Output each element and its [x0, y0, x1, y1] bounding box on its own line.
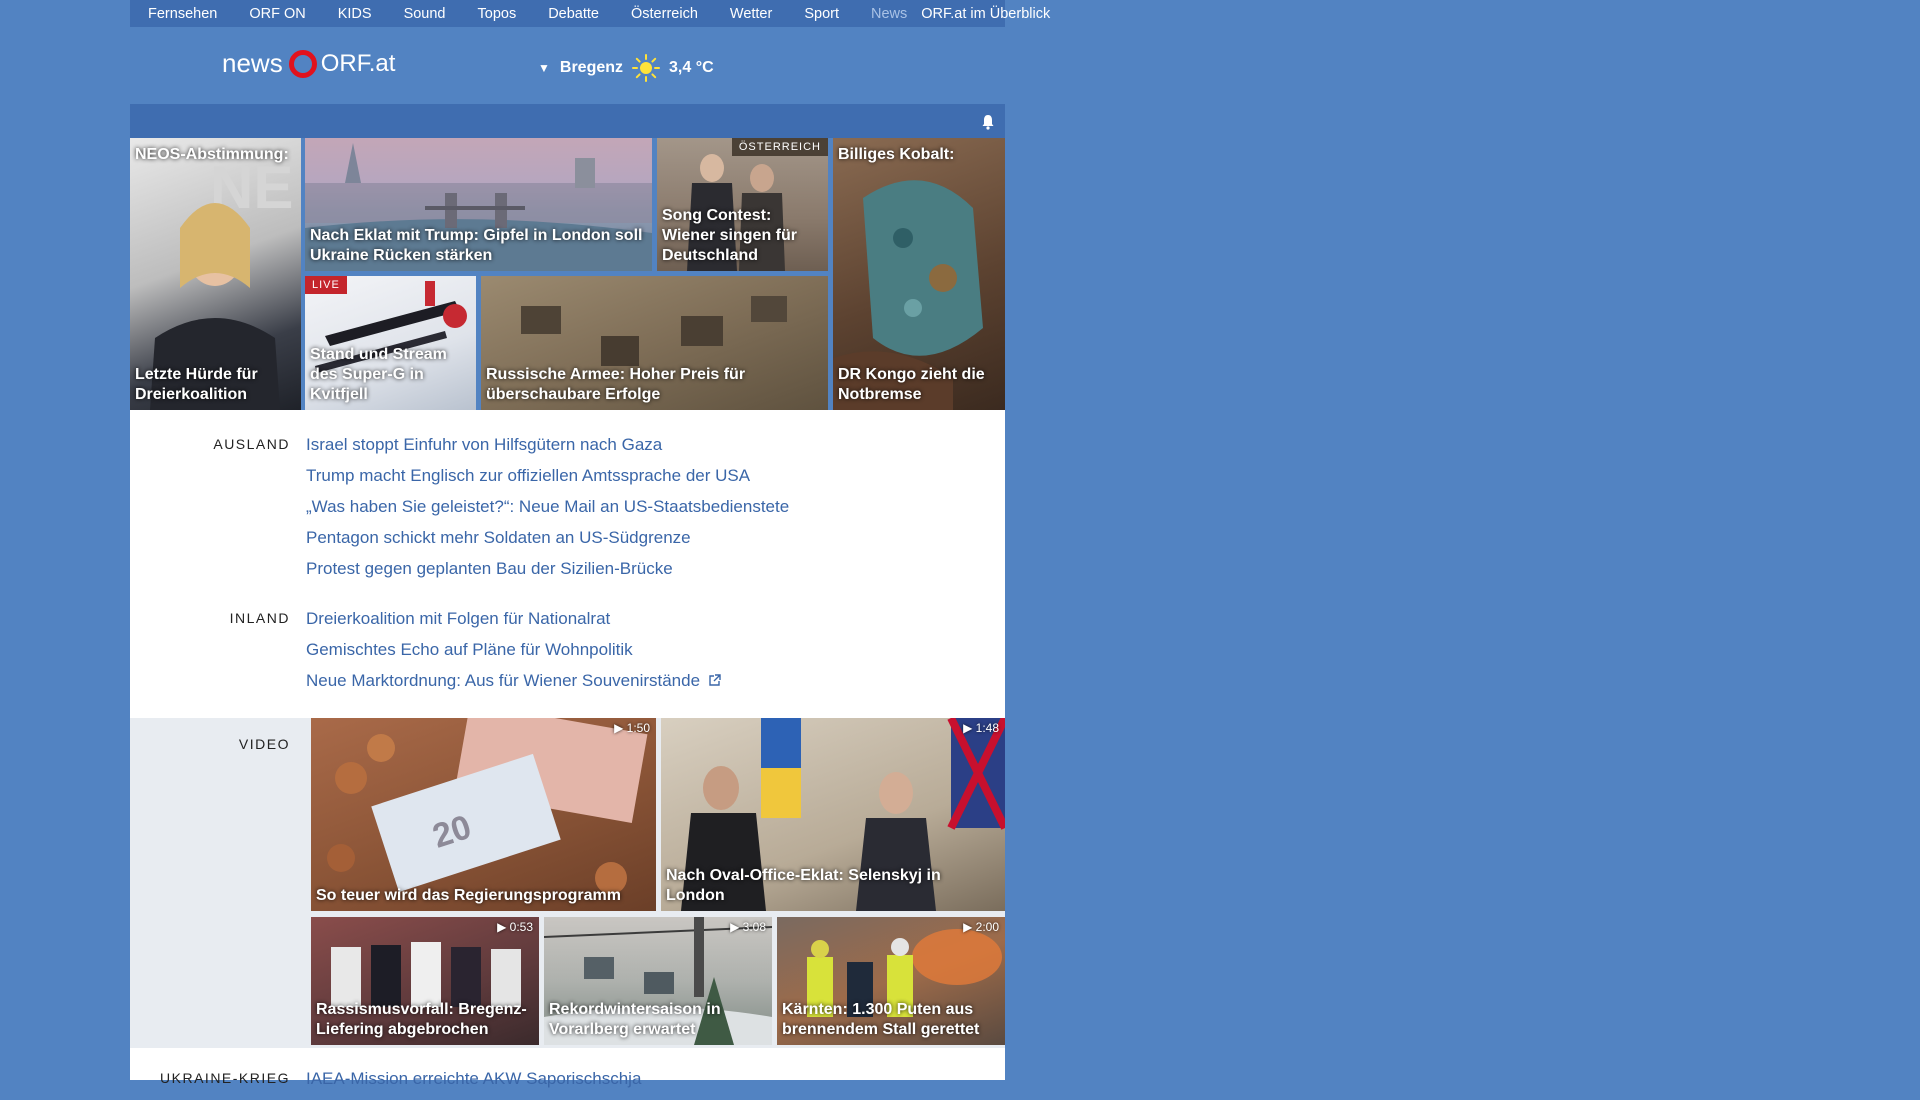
nav-overview-link[interactable]: ORF.at im Überblick — [921, 6, 1070, 22]
video-duration: ▶ 1:50 — [614, 721, 650, 735]
section-label-ausland: AUSLAND — [213, 436, 290, 452]
video-caption: Kärnten: 1.300 Puten aus brennendem Stal… — [782, 1001, 980, 1038]
headline-link[interactable]: Protest gegen geplanten Bau der Sizilien… — [306, 559, 789, 590]
video-tile[interactable]: ▶ 3:08 Rekordwintersaison in Vorarlberg … — [544, 917, 772, 1045]
video-tile[interactable]: ▶ 2:00 Kärnten: 1.300 Puten aus brennend… — [777, 917, 1005, 1045]
tile-caption: Nach Eklat mit Trump: Gipfel in London s… — [310, 227, 643, 264]
section-label-ukraine: UKRAINE-KRIEG — [160, 1070, 290, 1086]
hero-tile-london[interactable]: Nach Eklat mit Trump: Gipfel in London s… — [305, 138, 652, 271]
hero-tile-kobalt[interactable]: Billiges Kobalt: DR Kongo zieht die Notb… — [833, 138, 1005, 410]
weather-widget: ▼ Bregenz 3,4 °C — [538, 53, 714, 83]
tile-caption: Letzte Hürde für Dreierkoalition — [135, 366, 258, 403]
video-duration: ▶ 3:08 — [730, 920, 766, 934]
headline-link[interactable]: Pentagon schickt mehr Soldaten an US-Süd… — [306, 528, 789, 559]
weather-temperature: 3,4 °C — [669, 59, 714, 76]
nav-item-news[interactable]: News — [853, 6, 921, 22]
video-caption: Rekordwintersaison in Vorarlberg erwarte… — [549, 1001, 721, 1038]
section-label-video: VIDEO — [238, 736, 290, 752]
main-content: AUSLAND Israel stoppt Einfuhr von Hilfsg… — [130, 410, 1005, 1088]
top-navigation: Fernsehen ORF ON KIDS Sound Topos Debatt… — [130, 0, 1050, 27]
headline-link-external[interactable]: Neue Marktordnung: Aus für Wiener Souven… — [306, 671, 721, 702]
nav-item-oesterreich[interactable]: Österreich — [613, 6, 712, 22]
external-link-icon — [709, 674, 721, 686]
ausland-headlines: Israel stoppt Einfuhr von Hilfsgütern na… — [306, 435, 789, 590]
live-badge: LIVE — [305, 276, 347, 294]
tile-caption: Russische Armee: Hoher Preis für übersch… — [486, 366, 746, 403]
video-duration: ▶ 1:48 — [963, 721, 999, 735]
headline-link[interactable]: Trump macht Englisch zur offiziellen Amt… — [306, 466, 789, 497]
nav-item-debatte[interactable]: Debatte — [530, 6, 613, 22]
category-tag: ÖSTERREICH — [731, 138, 828, 156]
orf-eye-icon — [288, 49, 317, 78]
hero-tile-song-contest[interactable]: ÖSTERREICH Song Contest: Wiener singen f… — [657, 138, 828, 271]
video-caption: So teuer wird das Regierungsprogramm — [316, 887, 621, 904]
duration-text: 2:00 — [975, 920, 999, 934]
headline-link[interactable]: Israel stoppt Einfuhr von Hilfsgütern na… — [306, 435, 789, 466]
weather-location[interactable]: Bregenz — [560, 59, 623, 77]
hero-tile-armee[interactable]: Russische Armee: Hoher Preis für übersch… — [481, 276, 828, 410]
bell-icon[interactable] — [981, 114, 995, 130]
headline-link[interactable]: Dreierkoalition mit Folgen für Nationalr… — [306, 609, 721, 640]
hero-tile-ski[interactable]: LIVE Stand und Stream des Super-G in Kvi… — [305, 276, 476, 410]
video-duration: ▶ 2:00 — [963, 920, 999, 934]
video-section: VIDEO 20 ▶ 1:50 So teuer wird das Regier… — [130, 718, 1005, 1048]
nav-item-wetter[interactable]: Wetter — [712, 6, 786, 22]
logo-site-text: ORF.at — [320, 49, 396, 77]
duration-text: 1:48 — [975, 721, 999, 735]
video-tile[interactable]: ▶ 0:53 Rassismusvorfall: Bregenz-Lieferi… — [311, 917, 539, 1045]
inland-headlines: Dreierkoalition mit Folgen für Nationalr… — [306, 609, 721, 702]
ukraine-headlines: IAEA-Mission erreichte AKW Saporischschj… — [306, 1069, 641, 1100]
section-label-inland: INLAND — [229, 610, 290, 626]
header-band — [130, 104, 1005, 138]
video-thumbnail: 20 — [327, 718, 648, 894]
video-caption: Rassismusvorfall: Bregenz-Liefering abge… — [316, 1001, 527, 1038]
tile-top-label: Billiges Kobalt: — [838, 146, 955, 163]
tile-top-label: NEOS-Abstimmung: — [135, 146, 289, 163]
duration-text: 3:08 — [742, 920, 766, 934]
headline-text: Neue Marktordnung: Aus für Wiener Souven… — [306, 671, 701, 690]
sun-icon — [632, 54, 661, 82]
headline-link[interactable]: Gemischtes Echo auf Pläne für Wohnpoliti… — [306, 640, 721, 671]
tile-caption: Song Contest: Wiener singen für Deutschl… — [662, 207, 797, 264]
nav-item-sound[interactable]: Sound — [386, 6, 460, 22]
video-caption: Nach Oval-Office-Eklat: Selenskyj in Lon… — [666, 867, 941, 904]
tile-caption: DR Kongo zieht die Notbremse — [838, 366, 985, 403]
nav-item-sport[interactable]: Sport — [786, 6, 853, 22]
video-tile[interactable]: ▶ 1:48 Nach Oval-Office-Eklat: Selenskyj… — [661, 718, 1005, 911]
video-duration: ▶ 0:53 — [497, 920, 533, 934]
headline-link[interactable]: IAEA-Mission erreichte AKW Saporischschj… — [306, 1069, 641, 1100]
video-tile[interactable]: 20 ▶ 1:50 So teuer wird das Regierungspr… — [311, 718, 656, 911]
site-logo[interactable]: news ORF.at — [222, 48, 395, 79]
duration-text: 0:53 — [509, 920, 533, 934]
headline-link[interactable]: „Was haben Sie geleistet?“: Neue Mail an… — [306, 497, 789, 528]
nav-item-fernsehen[interactable]: Fernsehen — [130, 6, 231, 22]
duration-text: 1:50 — [626, 721, 650, 735]
nav-item-topos[interactable]: Topos — [460, 6, 531, 22]
hero-tile-neos[interactable]: NE NEOS-Abstimmung: Letzte Hürde für Dre… — [130, 138, 301, 410]
location-dropdown-icon[interactable]: ▼ — [538, 61, 550, 75]
nav-item-orf-on[interactable]: ORF ON — [231, 6, 319, 22]
tile-caption: Stand und Stream des Super-G in Kvitfjel… — [310, 346, 447, 403]
nav-item-kids[interactable]: KIDS — [320, 6, 386, 22]
logo-news-text: news — [222, 48, 283, 78]
